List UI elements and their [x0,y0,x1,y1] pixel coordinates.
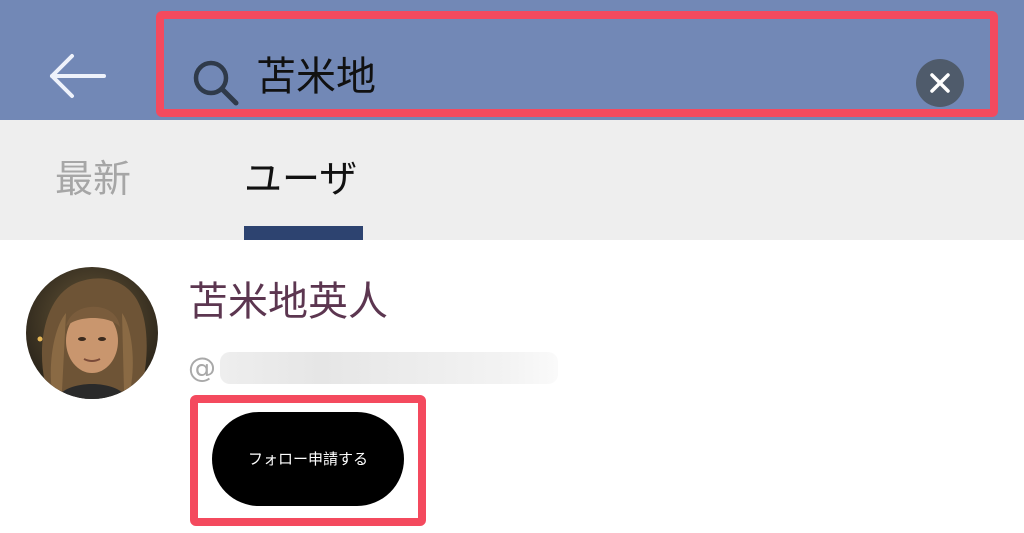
active-tab-indicator [244,226,363,240]
clear-search-button[interactable] [916,59,964,107]
avatar[interactable] [26,267,158,399]
user-handle-prefix: @ [188,351,216,384]
search-header [0,0,1024,120]
tab-label: ユーザ [244,157,358,201]
search-input[interactable] [256,49,896,105]
user-result-item: 苫米地英人 @ フォロー申請する [0,240,1024,533]
search-screen: 最新 ユーザ [0,0,1024,533]
blurred-user-handle [220,352,558,384]
tab-users[interactable]: ユーザ [230,120,380,240]
search-box-highlight [156,11,998,117]
clear-circle-icon [930,73,950,93]
arrow-left-icon [50,54,106,98]
tab-latest[interactable]: 最新 [40,120,160,240]
follow-request-button[interactable]: フォロー申請する [212,412,404,506]
search-icon [190,57,242,109]
tab-bar: 最新 ユーザ [0,120,1024,240]
tab-label: 最新 [55,157,132,201]
user-name[interactable]: 苫米地英人 [188,278,388,326]
back-button[interactable] [44,46,110,106]
